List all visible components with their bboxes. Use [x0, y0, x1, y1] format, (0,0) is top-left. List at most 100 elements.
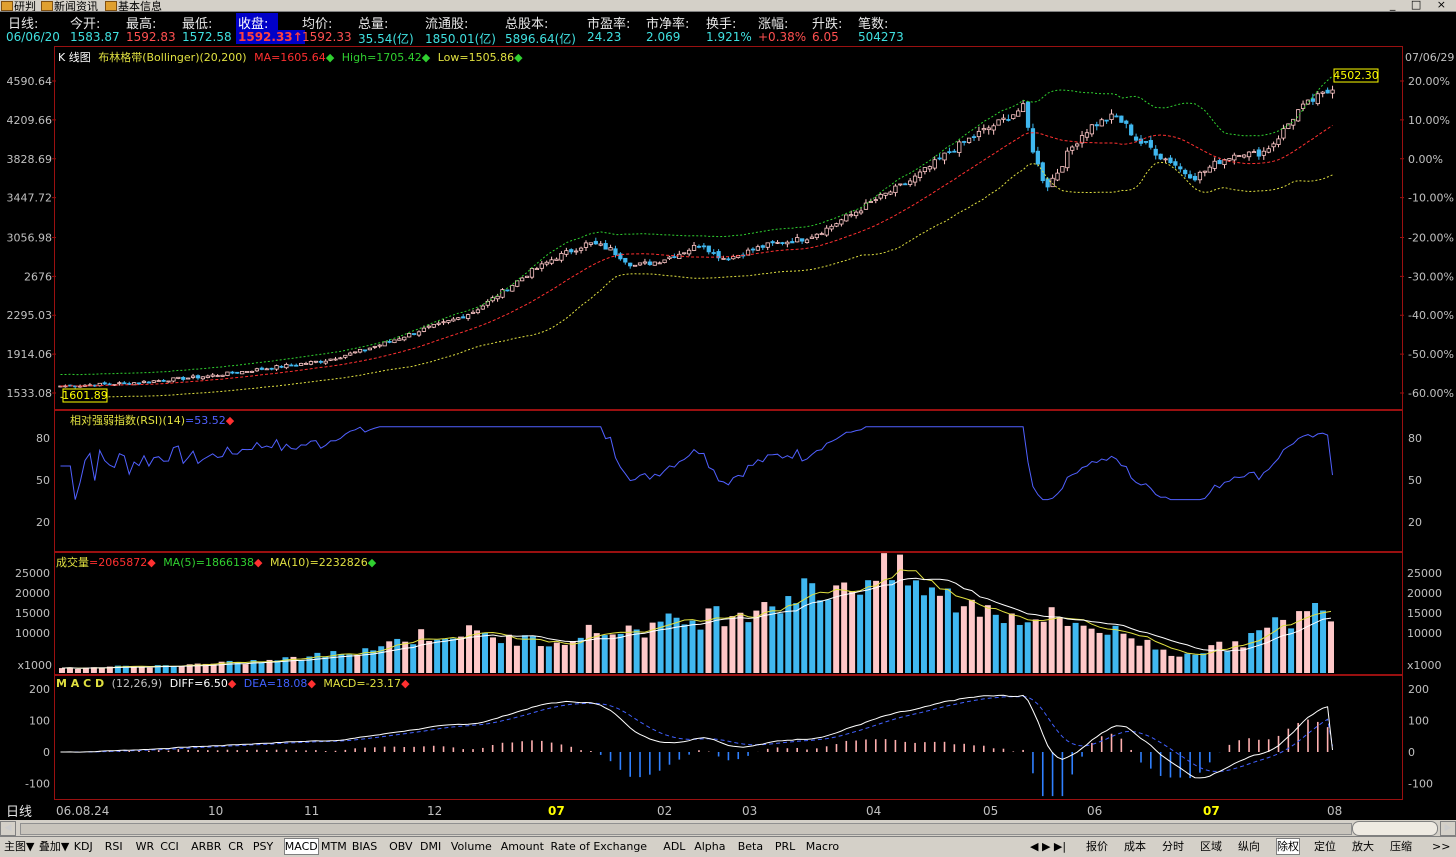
indicator-button-rsi[interactable]: RSI [105, 839, 123, 854]
indicator-button--[interactable]: 主图▼ [4, 839, 34, 854]
volume-bar [1184, 653, 1191, 673]
candle [912, 175, 918, 183]
volume-bar [314, 652, 321, 673]
indicator-button-amount[interactable]: Amount [501, 839, 544, 854]
candle [829, 225, 834, 230]
volume-bar [1216, 641, 1223, 673]
indicator-button-bias[interactable]: BIAS [352, 839, 377, 854]
indicator-button-kdj[interactable]: KDJ [74, 839, 93, 854]
volume-tick-label: 25000 [15, 567, 50, 580]
last-price-label: 4502.30 [1333, 69, 1379, 82]
indicator-button-macd[interactable]: MACD [283, 838, 319, 855]
volume-bar [689, 620, 696, 673]
candle [868, 201, 873, 203]
view-button-区域[interactable]: 区域 [1200, 839, 1222, 854]
volume-bar [426, 640, 433, 673]
indicator-button-wr[interactable]: WR [136, 839, 155, 854]
view-button-放大[interactable]: 放大 [1352, 839, 1374, 854]
volume-bar [713, 606, 720, 673]
nav-arrows-icon[interactable]: ◀ ▶ ▶| [1030, 839, 1066, 854]
percent-tick-label: -60.00% [1408, 387, 1454, 400]
indicator-button-alpha[interactable]: Alpha [694, 839, 725, 854]
volume-bar [697, 629, 704, 673]
indicator-button--[interactable]: 叠加▼ [39, 839, 69, 854]
volume-bar [609, 634, 616, 673]
candle [696, 245, 702, 248]
price-tick-label: 1533.08 [7, 387, 53, 400]
view-button-分时[interactable]: 分时 [1162, 839, 1184, 854]
indicator-button-obv[interactable]: OBV [389, 839, 412, 854]
candle [1266, 148, 1271, 153]
candle [903, 183, 908, 186]
candle [117, 382, 122, 385]
volume-bar [442, 638, 449, 673]
volume-bar [936, 595, 943, 673]
volume-bar [889, 580, 896, 673]
indicator-button-adl[interactable]: ADL [663, 839, 685, 854]
candle [294, 364, 299, 367]
view-button-成本[interactable]: 成本 [1124, 839, 1146, 854]
candle [1173, 161, 1178, 166]
view-button-报价[interactable]: 报价 [1086, 839, 1108, 854]
indicator-button-cr[interactable]: CR [228, 839, 243, 854]
candle [834, 223, 839, 227]
more-icon[interactable]: >> [1432, 839, 1450, 854]
view-button-压缩[interactable]: 压缩 [1390, 839, 1412, 854]
candle [1148, 140, 1153, 148]
indicator-button-beta[interactable]: Beta [738, 839, 763, 854]
candle [1055, 172, 1060, 181]
scroll-track[interactable] [20, 823, 1352, 835]
candle [1119, 115, 1124, 123]
indicator-button-mtm[interactable]: MTM [321, 839, 347, 854]
candle [520, 277, 525, 282]
macd-tick-label: 100 [29, 715, 50, 728]
indicator-button-macro[interactable]: Macro [806, 839, 839, 854]
candle [1114, 115, 1119, 118]
candle [461, 316, 466, 319]
candle [932, 159, 937, 169]
scroll-right-arrow-icon[interactable]: ▶ [1440, 821, 1456, 836]
candle [1310, 98, 1316, 102]
indicator-button-dmi[interactable]: DMI [420, 839, 441, 854]
candle [446, 320, 451, 323]
volume-bar [1200, 653, 1207, 673]
view-button-定位[interactable]: 定位 [1314, 839, 1336, 854]
candle [1109, 113, 1114, 120]
volume-bar [1152, 649, 1159, 673]
volume-bar [745, 622, 752, 673]
candle [1281, 128, 1286, 139]
candle [623, 257, 628, 263]
volume-tick-label-right: 15000 [1407, 607, 1442, 620]
indicator-button-volume[interactable]: Volume [451, 839, 492, 854]
indicator-button-psy[interactable]: PSY [253, 839, 273, 854]
volume-bar [1008, 613, 1015, 673]
volume-bar [1208, 645, 1215, 673]
candle [495, 295, 500, 300]
percent-tick-label: 10.00% [1408, 114, 1450, 127]
view-button-纵向[interactable]: 纵向 [1238, 839, 1260, 854]
volume-bar [1056, 617, 1063, 673]
horizontal-scrollbar[interactable]: ◀ ▶ [0, 820, 1456, 836]
candle [254, 368, 260, 372]
candle [652, 261, 657, 266]
volume-bar [98, 667, 105, 673]
period-label[interactable]: 日线 [6, 801, 32, 820]
volume-bar [258, 662, 265, 673]
candle [1104, 119, 1109, 122]
volume-bar [346, 654, 353, 673]
scroll-left-arrow-icon[interactable]: ◀ [0, 821, 16, 836]
scroll-thumb[interactable] [1352, 821, 1438, 836]
indicator-button-rate-of-exchange[interactable]: Rate of Exchange [551, 839, 648, 854]
candle [303, 362, 309, 365]
volume-bar [865, 580, 872, 673]
indicator-button-prl[interactable]: PRL [775, 839, 795, 854]
candle [146, 381, 151, 384]
volume-bar [402, 641, 409, 673]
indicator-button-cci[interactable]: CCI [160, 839, 179, 854]
macd-tick-label-right: -100 [1408, 778, 1433, 791]
candle [1237, 155, 1242, 157]
view-button-除权[interactable]: 除权 [1276, 838, 1300, 855]
volume-bar [849, 591, 856, 673]
indicator-button-arbr[interactable]: ARBR [191, 839, 221, 854]
volume-bar [817, 600, 824, 673]
